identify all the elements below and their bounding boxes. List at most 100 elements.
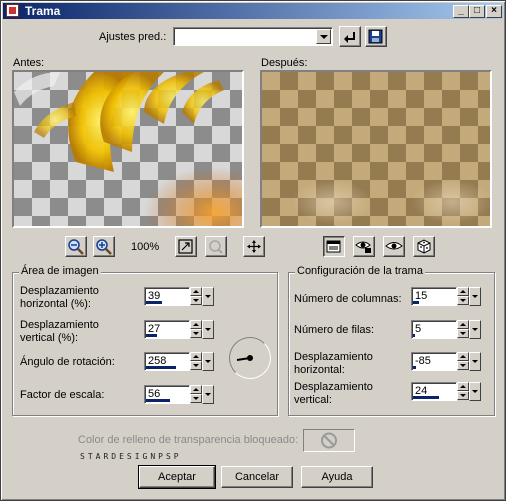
spin-dropdown-icon[interactable] bbox=[202, 287, 214, 306]
move-cross-icon bbox=[247, 240, 261, 253]
spin-up-icon bbox=[190, 385, 202, 394]
zoom-level: 100% bbox=[131, 241, 160, 253]
scale-spinner[interactable]: 56 bbox=[144, 385, 214, 404]
zoom-fit-button[interactable] bbox=[175, 236, 197, 257]
spin-down-icon bbox=[190, 361, 202, 370]
pattern-v-offset-label-1: Desplazamiento bbox=[294, 381, 373, 393]
ok-button[interactable]: Aceptar bbox=[138, 465, 216, 489]
pattern-h-offset-input[interactable]: -85 bbox=[411, 352, 457, 371]
spin-down-icon bbox=[457, 296, 469, 305]
spin-up-icon bbox=[190, 320, 202, 329]
pattern-v-offset-spinner[interactable]: 24 bbox=[411, 382, 481, 401]
window-title: Trama bbox=[25, 4, 61, 18]
h-offset-bar bbox=[146, 301, 162, 304]
chevron-down-icon[interactable] bbox=[316, 29, 331, 44]
h-offset-label-1: Desplazamiento bbox=[20, 285, 99, 297]
v-offset-label-2: vertical (%): bbox=[20, 332, 79, 344]
preview-window-icon bbox=[326, 240, 341, 253]
rows-bar bbox=[413, 334, 415, 337]
rows-input[interactable]: 5 bbox=[411, 320, 457, 339]
v-offset-bar bbox=[146, 334, 157, 337]
randomize-button[interactable] bbox=[413, 236, 435, 257]
columns-bar bbox=[413, 301, 419, 304]
eye-icon bbox=[385, 242, 403, 250]
spin-down-icon bbox=[457, 361, 469, 370]
dice-icon bbox=[417, 239, 431, 254]
rotation-spinner[interactable]: 258 bbox=[144, 352, 214, 371]
cancel-button[interactable]: Cancelar bbox=[221, 466, 293, 488]
rows-spinner[interactable]: 5 bbox=[411, 320, 481, 339]
zoom-out-icon bbox=[68, 239, 84, 255]
app-icon bbox=[6, 4, 19, 17]
title-bar[interactable]: Trama _ □ × bbox=[3, 3, 503, 19]
spin-dropdown-icon[interactable] bbox=[469, 352, 481, 371]
spin-down-icon bbox=[457, 391, 469, 400]
pattern-h-offset-spinner[interactable]: -85 bbox=[411, 352, 481, 371]
before-preview[interactable] bbox=[12, 70, 244, 228]
spin-up-icon bbox=[457, 320, 469, 329]
presets-label: Ajustes pred.: bbox=[99, 31, 167, 43]
pattern-h-offset-label-1: Desplazamiento bbox=[294, 351, 373, 363]
spin-dropdown-icon[interactable] bbox=[202, 320, 214, 339]
spin-dropdown-icon[interactable] bbox=[202, 352, 214, 371]
pattern-h-offset-label-2: horizontal: bbox=[294, 364, 345, 376]
dialog-window: Trama _ □ × Ajustes pred.: Antes: Despué… bbox=[0, 0, 506, 501]
watermark-text: STARDESIGNPSP bbox=[80, 452, 182, 461]
pattern-v-offset-bar bbox=[413, 396, 439, 399]
proof-toggle-button[interactable] bbox=[323, 236, 345, 257]
fit-window-icon bbox=[178, 239, 193, 254]
rotation-dial[interactable] bbox=[229, 337, 271, 379]
pattern-v-offset-label-2: vertical: bbox=[294, 394, 332, 406]
zoom-out-button[interactable] bbox=[65, 236, 87, 257]
zoom-in-icon bbox=[96, 239, 112, 255]
minimize-button[interactable]: _ bbox=[453, 5, 469, 18]
pattern-config-title: Configuración de la trama bbox=[295, 265, 425, 277]
spin-dropdown-icon[interactable] bbox=[469, 287, 481, 306]
pattern-h-offset-bar bbox=[413, 366, 416, 369]
save-preset-button[interactable] bbox=[365, 26, 387, 47]
scale-label: Factor de escala: bbox=[20, 389, 105, 401]
before-image bbox=[14, 72, 242, 226]
spin-up-icon bbox=[457, 352, 469, 361]
after-label: Después: bbox=[261, 57, 308, 69]
transparency-fill-label: Color de relleno de transparencia bloque… bbox=[78, 434, 299, 446]
spin-up-icon bbox=[190, 287, 202, 296]
after-preview[interactable] bbox=[260, 70, 492, 228]
pan-button[interactable] bbox=[243, 236, 265, 257]
zoom-in-button[interactable] bbox=[93, 236, 115, 257]
h-offset-label-2: horizontal (%): bbox=[20, 298, 91, 310]
help-button[interactable]: Ayuda bbox=[301, 466, 373, 488]
h-offset-spinner[interactable]: 39 bbox=[144, 287, 214, 306]
spin-down-icon bbox=[457, 329, 469, 338]
spin-dropdown-icon[interactable] bbox=[469, 382, 481, 401]
rotation-bar bbox=[146, 366, 176, 369]
spin-down-icon bbox=[190, 329, 202, 338]
spin-down-icon bbox=[190, 296, 202, 305]
scale-bar bbox=[146, 399, 170, 402]
zoom-reset-button bbox=[205, 236, 227, 257]
presets-dropdown[interactable] bbox=[173, 27, 333, 46]
floppy-disk-icon bbox=[368, 29, 383, 44]
close-button[interactable]: × bbox=[486, 5, 502, 18]
spin-down-icon bbox=[190, 394, 202, 403]
undo-arrow-icon bbox=[344, 32, 355, 43]
eye-lock-icon bbox=[355, 241, 371, 253]
spin-dropdown-icon[interactable] bbox=[469, 320, 481, 339]
proof-button[interactable] bbox=[383, 236, 405, 257]
columns-spinner[interactable]: 15 bbox=[411, 287, 481, 306]
columns-label: Número de columnas: bbox=[294, 293, 402, 305]
reset-preset-button[interactable] bbox=[339, 26, 361, 47]
spin-up-icon bbox=[457, 287, 469, 296]
spin-up-icon bbox=[190, 352, 202, 361]
v-offset-spinner[interactable]: 27 bbox=[144, 320, 214, 339]
spin-dropdown-icon[interactable] bbox=[202, 385, 214, 404]
zoom-disabled-icon bbox=[209, 240, 223, 254]
v-offset-label-1: Desplazamiento bbox=[20, 319, 99, 331]
no-color-icon bbox=[321, 432, 337, 449]
auto-proof-button[interactable] bbox=[353, 236, 375, 257]
spin-up-icon bbox=[457, 382, 469, 391]
rows-label: Número de filas: bbox=[294, 324, 375, 336]
angle-needle-icon bbox=[236, 355, 253, 361]
after-image bbox=[262, 72, 490, 226]
maximize-button[interactable]: □ bbox=[469, 5, 485, 18]
